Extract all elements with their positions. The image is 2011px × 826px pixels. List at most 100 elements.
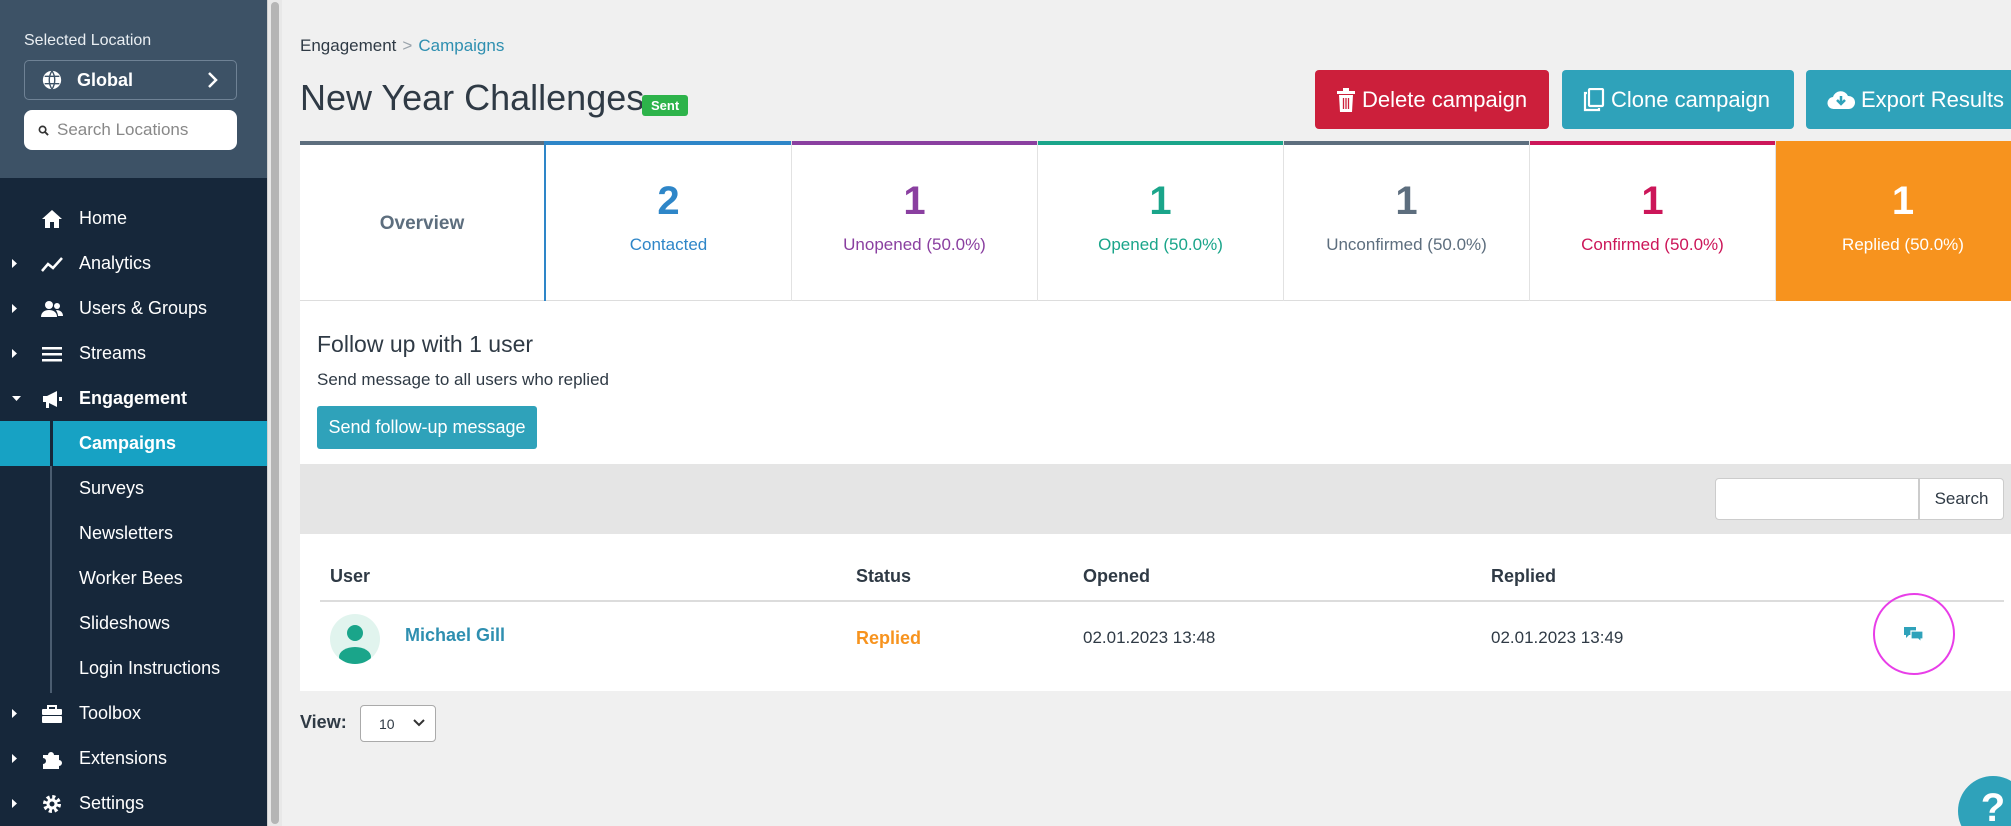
tab-unopened[interactable]: 1 Unopened (50.0%): [792, 141, 1038, 301]
bars-icon: [42, 347, 62, 362]
tab-confirmed[interactable]: 1 Confirmed (50.0%): [1530, 141, 1776, 301]
nav-worker-bees[interactable]: Worker Bees: [0, 556, 267, 601]
table-toolbar: Search: [300, 464, 2011, 534]
nav-home-label: Home: [79, 208, 128, 228]
nav-users-groups-label: Users & Groups: [79, 298, 208, 318]
scrollbar-thumb[interactable]: [271, 2, 279, 824]
avatar: [330, 614, 380, 664]
col-user[interactable]: User: [330, 566, 370, 587]
tab-unconfirmed-bar: [1284, 141, 1529, 145]
nav-worker-bees-label: Worker Bees: [79, 568, 183, 588]
opened-count: 1: [1149, 179, 1172, 223]
delete-campaign-button[interactable]: Delete campaign: [1315, 70, 1549, 129]
view-conversation-button[interactable]: [1873, 593, 1955, 675]
tab-unconfirmed[interactable]: 1 Unconfirmed (50.0%): [1284, 141, 1530, 301]
row-opened: 02.01.2023 13:48: [1083, 628, 1216, 647]
caret-right-icon: [12, 259, 17, 268]
location-selected: Global: [77, 69, 134, 90]
nav-campaigns-label: Campaigns: [79, 433, 177, 453]
engagement-submenu: Campaigns Surveys Newsletters Worker Bee…: [0, 421, 267, 693]
trash-icon: [1337, 87, 1355, 112]
users-icon: [41, 301, 63, 317]
user-name-link[interactable]: Michael Gill: [405, 625, 505, 646]
opened-label: Opened (50.0%): [1098, 235, 1223, 254]
tab-contacted[interactable]: 2 Contacted: [546, 141, 792, 301]
caret-down-icon: [12, 396, 21, 401]
table-search-input[interactable]: [1716, 479, 1918, 519]
nav-campaigns[interactable]: Campaigns: [0, 421, 267, 466]
tab-contacted-bar: [546, 141, 791, 145]
tab-opened[interactable]: 1 Opened (50.0%): [1038, 141, 1284, 301]
tab-overview-bar: [300, 141, 544, 145]
nav-login-instructions[interactable]: Login Instructions: [0, 646, 267, 691]
nav-analytics-label: Analytics: [79, 253, 152, 273]
main-nav: Home Analytics Users & Groups Streams En…: [0, 196, 267, 826]
breadcrumb: Engagement > Campaigns: [300, 36, 504, 56]
search-button[interactable]: Search: [1919, 478, 2004, 520]
send-followup-button[interactable]: Send follow-up message: [317, 406, 537, 449]
globe-icon: [42, 70, 62, 90]
caret-right-icon: [12, 799, 17, 808]
nav-toolbox[interactable]: Toolbox: [0, 691, 267, 736]
followup-description: Send message to all users who replied: [317, 370, 609, 389]
nav-newsletters-label: Newsletters: [79, 523, 174, 543]
nav-users-groups[interactable]: Users & Groups: [0, 286, 267, 331]
tab-overview-label: Overview: [379, 213, 465, 234]
breadcrumb-root[interactable]: Engagement: [300, 36, 396, 55]
chevron-down-icon: [413, 719, 425, 727]
page-title: New Year Challenges: [300, 77, 645, 118]
tab-overview[interactable]: Overview: [300, 141, 546, 301]
toolbox-icon: [42, 705, 62, 723]
followup-title: Follow up with 1 user: [317, 331, 534, 357]
cloud-download-icon: [1827, 90, 1855, 109]
sidebar: Selected Location Global Home Analytics …: [0, 0, 267, 826]
chart-line-icon: [41, 257, 63, 272]
page-size-select[interactable]: 10: [360, 705, 436, 742]
tab-opened-bar: [1038, 141, 1283, 145]
unconfirmed-count: 1: [1395, 179, 1418, 223]
nav-login-instructions-label: Login Instructions: [79, 658, 221, 678]
col-status[interactable]: Status: [856, 566, 911, 587]
caret-right-icon: [12, 709, 17, 718]
nav-slideshows-label: Slideshows: [79, 613, 171, 633]
home-icon: [42, 210, 62, 228]
tab-unopened-bar: [792, 141, 1037, 145]
recipients-table: User Status Opened Replied Michael Gill …: [300, 534, 2011, 691]
location-selector[interactable]: Global: [24, 60, 237, 100]
confirmed-count: 1: [1641, 179, 1664, 223]
nav-streams[interactable]: Streams: [0, 331, 267, 376]
col-replied[interactable]: Replied: [1491, 566, 1556, 587]
table-search-field[interactable]: [1715, 478, 1919, 520]
search-icon: [38, 125, 49, 136]
nav-settings[interactable]: Settings: [0, 781, 267, 826]
nav-settings-label: Settings: [79, 793, 145, 813]
page-size-value: 10: [379, 715, 395, 732]
comments-icon: [1904, 627, 1924, 643]
nav-surveys[interactable]: Surveys: [0, 466, 267, 511]
user-avatar-icon: [339, 625, 371, 664]
tab-replied[interactable]: 1 Replied (50.0%): [1776, 141, 2011, 301]
nav-extensions[interactable]: Extensions: [0, 736, 267, 781]
clone-campaign-button[interactable]: Clone campaign: [1562, 70, 1794, 129]
sidebar-scrollbar[interactable]: [267, 0, 282, 826]
breadcrumb-current[interactable]: Campaigns: [418, 36, 504, 55]
help-button[interactable]: ?: [1958, 776, 2011, 826]
nav-home[interactable]: Home: [0, 196, 267, 241]
nav-newsletters[interactable]: Newsletters: [0, 511, 267, 556]
nav-surveys-label: Surveys: [79, 478, 145, 498]
gear-icon: [43, 795, 61, 813]
stats-bar: Overview 2 Contacted 1 Unopened (50.0%) …: [300, 141, 2011, 301]
nav-analytics[interactable]: Analytics: [0, 241, 267, 286]
row-status: Replied: [856, 628, 922, 648]
row-replied: 02.01.2023 13:49: [1491, 628, 1624, 647]
nav-toolbox-label: Toolbox: [79, 703, 142, 723]
export-results-button[interactable]: Export Results: [1806, 70, 2011, 129]
nav-engagement[interactable]: Engagement: [0, 376, 267, 421]
clone-campaign-label: Clone campaign: [1611, 86, 1770, 112]
location-search[interactable]: [24, 110, 237, 150]
location-search-input[interactable]: [57, 120, 227, 140]
tab-confirmed-bar: [1530, 141, 1775, 145]
nav-slideshows[interactable]: Slideshows: [0, 601, 267, 646]
export-results-label: Export Results: [1861, 86, 2005, 112]
col-opened[interactable]: Opened: [1083, 566, 1150, 587]
